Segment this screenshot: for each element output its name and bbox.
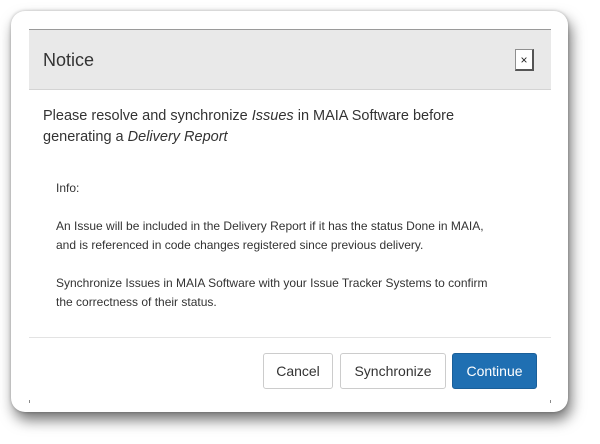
message-delivery-report: Delivery Report <box>127 129 228 145</box>
info-section: Info: An Issue will be included in the D… <box>56 179 536 312</box>
corner-mark-right <box>550 400 551 403</box>
info-label: Info: <box>56 181 80 195</box>
info-paragraph-2-line-1: Synchronize Issues in MAIA Software with… <box>56 276 488 290</box>
info-paragraph-1-line-1: An Issue will be included in the Deliver… <box>56 219 484 233</box>
message-text-1: Please resolve and synchronize <box>43 108 252 124</box>
message-issues: Issues <box>251 108 294 124</box>
info-paragraph-1-line-2: and is referenced in code changes regist… <box>56 238 424 252</box>
dialog-message: Please resolve and synchronize Issues in… <box>43 106 513 148</box>
cancel-button[interactable]: Cancel <box>263 353 333 389</box>
dialog-header: Notice × <box>29 30 551 90</box>
screenshot-page: Notice × Please resolve and synchronize … <box>0 0 600 444</box>
dialog-title: Notice <box>43 50 95 70</box>
footer-divider <box>29 337 551 338</box>
corner-mark-left <box>29 400 30 403</box>
synchronize-button[interactable]: Synchronize <box>340 353 446 389</box>
info-paragraph-2-line-2: the correctness of their status. <box>56 295 217 309</box>
notice-dialog: Notice × Please resolve and synchronize … <box>29 29 551 404</box>
continue-button[interactable]: Continue <box>452 353 537 389</box>
close-button[interactable]: × <box>515 49 534 71</box>
